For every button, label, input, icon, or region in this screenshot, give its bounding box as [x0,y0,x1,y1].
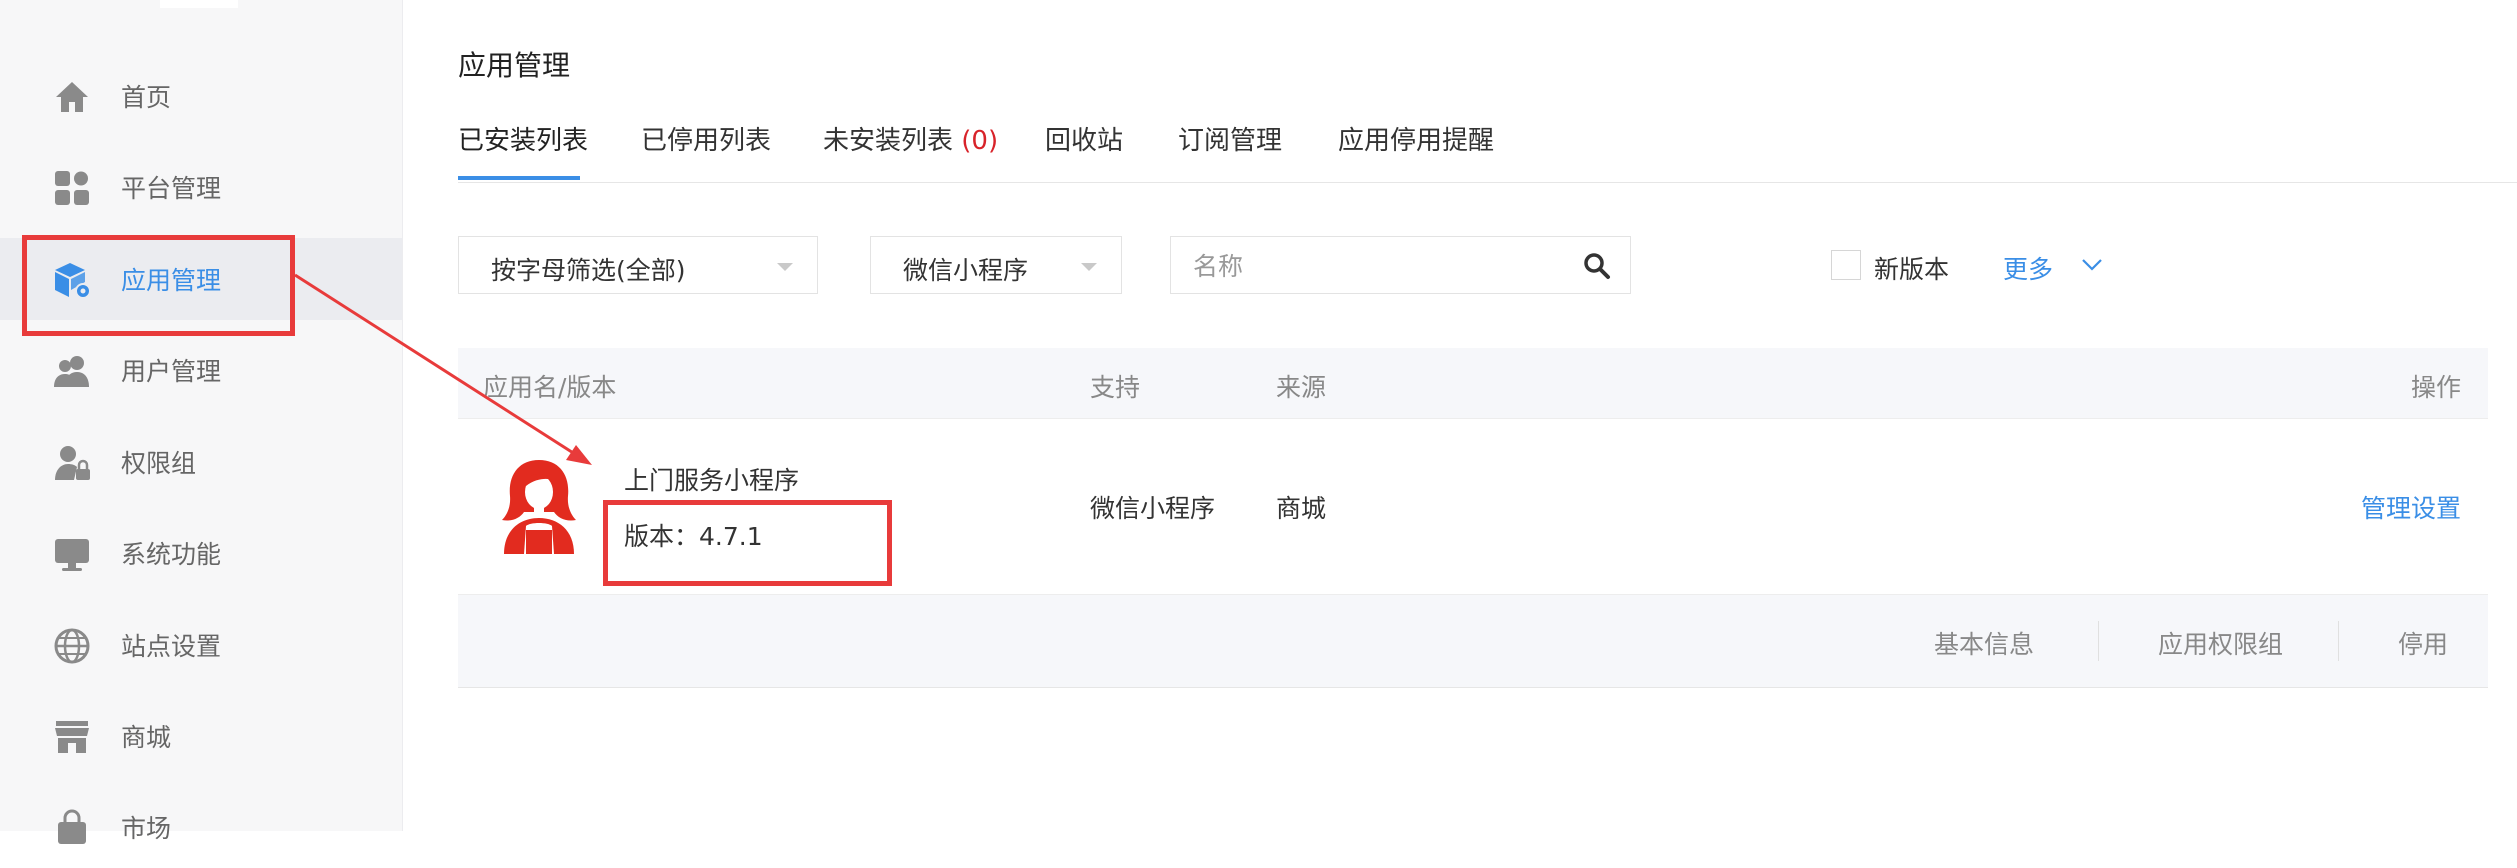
sidebar-item-store[interactable]: 商城 [0,695,402,777]
platform-filter-value: 微信小程序 [903,256,1029,285]
app-name: 上门服务小程序 [624,466,800,495]
bag-icon [52,808,92,848]
app-source: 商城 [1276,494,1327,523]
divider [2338,621,2339,661]
sidebar-item-platform[interactable]: 平台管理 [0,146,402,228]
sidebar-item-label: 应用管理 [121,266,222,295]
sidebar-item-label: 系统功能 [121,540,222,569]
sidebar-item-label: 首页 [121,83,172,112]
sidebar-item-users[interactable]: 用户管理 [0,329,402,411]
page-title: 应用管理 [458,49,571,82]
table-header: 应用名/版本 支持 来源 操作 [458,348,2488,419]
platform-filter-dropdown[interactable]: 微信小程序 [870,236,1122,294]
sidebar-item-system[interactable]: 系统功能 [0,512,402,594]
search-icon[interactable] [1582,251,1612,281]
divider [2098,621,2099,661]
tab-bar: 已安装列表 已停用列表 未安装列表 (0) 回收站 订阅管理 应用停用提醒 [458,120,2517,183]
sidebar-item-label: 站点设置 [121,632,222,661]
letter-filter-value: 按字母筛选(全部) [491,256,686,285]
sidebar-item-label: 市场 [121,814,172,843]
column-header-source: 来源 [1276,373,1327,402]
sidebar-item-permissions[interactable]: 权限组 [0,421,402,503]
app-avatar-icon [496,456,582,556]
sidebar-item-label: 平台管理 [121,174,222,203]
new-version-label: 新版本 [1874,255,1950,284]
basic-info-link[interactable]: 基本信息 [1934,625,2034,661]
sidebar-item-label: 权限组 [121,449,197,478]
users-icon [52,351,92,391]
row-sub-actions: 基本信息 应用权限组 停用 [458,594,2488,688]
disable-link[interactable]: 停用 [2398,625,2448,661]
chevron-down-icon[interactable] [2080,252,2104,276]
tab-not-installed[interactable]: 未安装列表 (0) [823,120,998,157]
main-content: 应用管理 已安装列表 已停用列表 未安装列表 (0) 回收站 订阅管理 应用停用… [403,0,2517,831]
more-filters-link[interactable]: 更多 [2003,250,2053,286]
tab-recycle-bin[interactable]: 回收站 [1045,120,1123,157]
sidebar-item-home[interactable]: 首页 [0,55,402,137]
sidebar-top-tab [160,0,238,8]
letter-filter-dropdown[interactable]: 按字母筛选(全部) [458,236,818,294]
app-version: 版本：4.7.1 [624,522,763,551]
monitor-icon [52,534,92,574]
tab-count-badge: (0) [961,126,999,156]
user-lock-icon [52,443,92,483]
tab-disabled[interactable]: 已停用列表 [641,120,771,157]
home-icon [52,77,92,117]
tab-subscriptions[interactable]: 订阅管理 [1178,120,1282,157]
sidebar-item-label: 用户管理 [121,357,222,386]
app-support: 微信小程序 [1090,494,1216,523]
app-cube-icon [52,260,92,300]
sidebar-item-apps[interactable]: 应用管理 [0,238,402,320]
platform-grid-icon [52,168,92,208]
chevron-down-icon [1081,263,1097,271]
sidebar-item-market[interactable]: 市场 [0,786,402,868]
chevron-down-icon [777,263,793,271]
new-version-checkbox[interactable] [1831,250,1861,280]
tab-disable-reminder[interactable]: 应用停用提醒 [1338,120,1494,157]
active-tab-indicator [458,176,580,180]
app-permission-group-link[interactable]: 应用权限组 [2158,625,2283,661]
store-icon [52,717,92,757]
column-header-actions: 操作 [2410,373,2461,402]
globe-icon [52,626,92,666]
tab-installed[interactable]: 已安装列表 [458,120,588,157]
search-box [1170,236,1631,294]
sidebar-item-site-settings[interactable]: 站点设置 [0,604,402,686]
column-header-support: 支持 [1090,373,1141,402]
table-row: 上门服务小程序 版本：4.7.1 微信小程序 商城 管理设置 [458,419,2488,594]
sidebar: 首页 平台管理 应用管理 用户管理 权限组 系统功能 站点设置 商城 市场 [0,0,403,844]
search-input[interactable] [1191,247,1555,285]
column-header-name: 应用名/版本 [483,373,617,402]
sidebar-item-label: 商城 [121,723,172,752]
manage-settings-link[interactable]: 管理设置 [2361,489,2461,525]
